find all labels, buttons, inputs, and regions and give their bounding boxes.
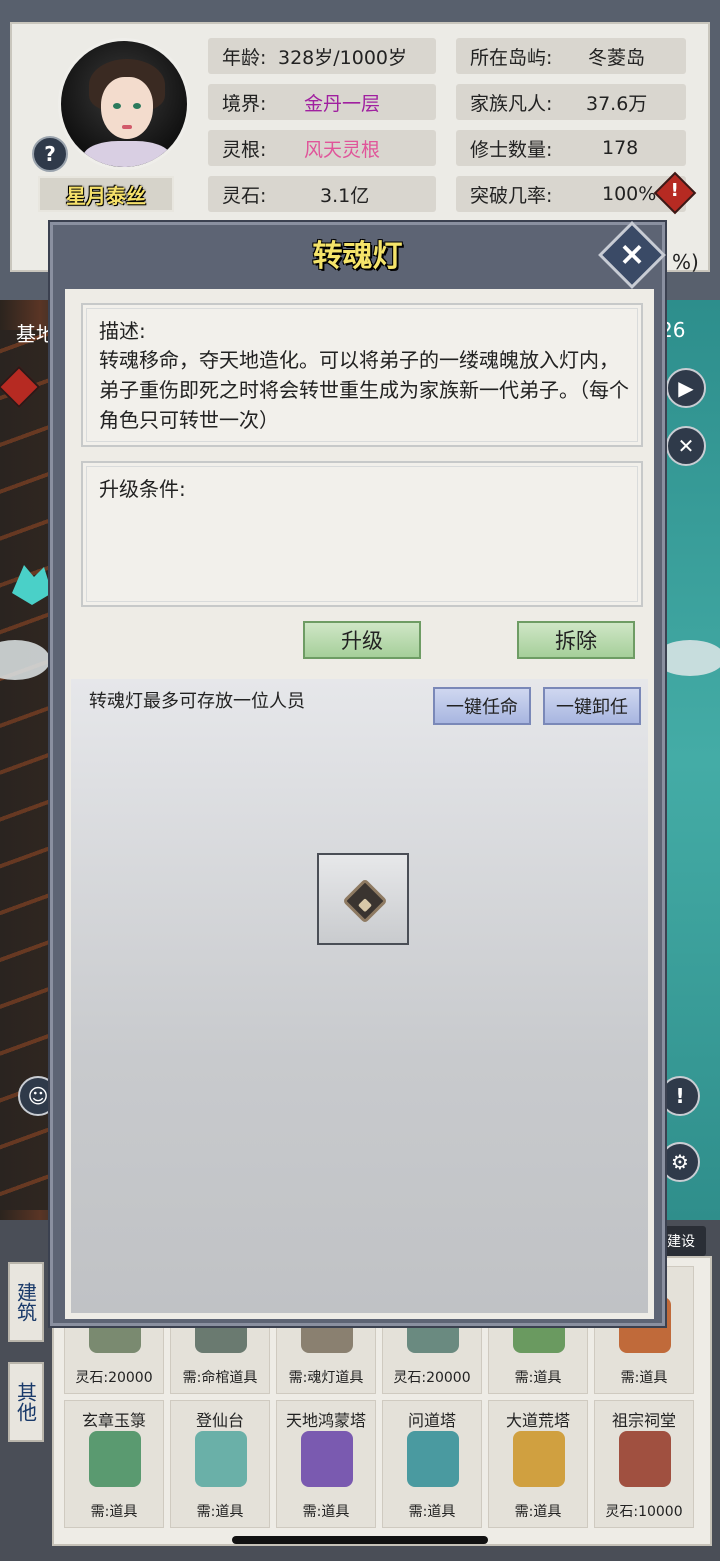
stat-age: 年龄: 328岁/1000岁 xyxy=(208,38,436,74)
stat-value: 178 xyxy=(602,137,639,159)
stat-value: 风天灵根 xyxy=(304,138,381,161)
character-name[interactable]: 星月泰丝 xyxy=(38,176,174,212)
building-icon xyxy=(513,1431,565,1487)
stat-value: 3.1亿 xyxy=(320,184,370,207)
stat-spirit-stones: 灵石: 3.1亿 xyxy=(208,176,436,212)
building-card[interactable]: 问道塔 需:道具 xyxy=(382,1400,482,1528)
building-card[interactable]: 登仙台 需:道具 xyxy=(170,1400,270,1528)
building-card[interactable]: 天地鸿蒙塔 需:道具 xyxy=(276,1400,376,1528)
personnel-slot[interactable] xyxy=(317,853,409,945)
home-indicator[interactable] xyxy=(232,1536,488,1544)
building-card[interactable]: 大道荒塔 需:道具 xyxy=(488,1400,588,1528)
tab-other[interactable]: 其他 xyxy=(8,1362,44,1442)
warning-icon[interactable]: ! xyxy=(653,171,697,215)
add-slot-icon xyxy=(342,878,388,924)
dialog-title: 转魂灯 xyxy=(312,239,403,274)
stat-cultivators: 修士数量: 178 xyxy=(456,130,686,166)
gear-icon[interactable]: ⚙ xyxy=(660,1142,700,1182)
stat-value: 冬菱岛 xyxy=(588,46,646,69)
assign-all-button[interactable]: 一键任命 xyxy=(433,687,531,725)
stat-island: 所在岛屿: 冬菱岛 xyxy=(456,38,686,74)
dialog-body: 描述: 转魂移命，夺天地造化。可以将弟子的一缕魂魄放入灯内，弟子重伤即死之时将会… xyxy=(65,289,654,1319)
play-icon[interactable]: ▶ xyxy=(666,368,706,408)
capacity-hint: 转魂灯最多可存放一位人员 xyxy=(89,691,305,712)
description-text: 转魂移命，夺天地造化。可以将弟子的一缕魂魄放入灯内，弟子重伤即死之时将会转世重生… xyxy=(99,348,629,432)
upgrade-button[interactable]: 升级 xyxy=(303,621,421,659)
building-card[interactable]: 玄章玉箓 需:道具 xyxy=(64,1400,164,1528)
personnel-slot-area: 转魂灯最多可存放一位人员 一键任命 一键卸任 xyxy=(71,679,648,1313)
avatar[interactable] xyxy=(58,38,190,170)
help-question-icon[interactable]: ? xyxy=(32,136,68,172)
stat-value: 37.6万 xyxy=(586,92,648,115)
soul-lamp-dialog: 转魂灯 × 描述: 转魂移命，夺天地造化。可以将弟子的一缕魂魄放入灯内，弟子重伤… xyxy=(50,221,666,1326)
building-icon xyxy=(619,1431,671,1487)
building-icon xyxy=(195,1431,247,1487)
demolish-button[interactable]: 拆除 xyxy=(517,621,635,659)
stat-value: 100% xyxy=(602,183,657,205)
building-card[interactable]: 祖宗祠堂 灵石:10000 xyxy=(594,1400,694,1528)
building-icon xyxy=(301,1431,353,1487)
description-box: 描述: 转魂移命，夺天地造化。可以将弟子的一缕魂魄放入灯内，弟子重伤即死之时将会… xyxy=(81,303,643,447)
stat-value: 金丹一层 xyxy=(304,92,381,115)
crossed-swords-icon[interactable]: ✕ xyxy=(666,426,706,466)
upgrade-conditions-box: 升级条件: xyxy=(81,461,643,607)
stat-value: 328岁/1000岁 xyxy=(278,46,408,69)
upgrade-conditions-label: 升级条件: xyxy=(99,477,186,501)
stat-breakthrough: 突破几率: 100% ! xyxy=(456,171,697,215)
dismiss-all-button[interactable]: 一键卸任 xyxy=(543,687,641,725)
tab-buildings[interactable]: 建筑 xyxy=(8,1262,44,1342)
category-tabs: 建筑 其他 xyxy=(8,1262,44,1442)
description-label: 描述: xyxy=(99,319,146,343)
building-icon xyxy=(89,1431,141,1487)
notice-icon[interactable]: ! xyxy=(660,1076,700,1116)
building-icon xyxy=(407,1431,459,1487)
partial-stat-text: %) xyxy=(672,250,699,274)
stat-spirit-root: 灵根: 风天灵根 xyxy=(208,130,436,166)
stat-realm: 境界: 金丹一层 xyxy=(208,84,436,120)
stat-mortals: 家族凡人: 37.6万 xyxy=(456,84,686,120)
